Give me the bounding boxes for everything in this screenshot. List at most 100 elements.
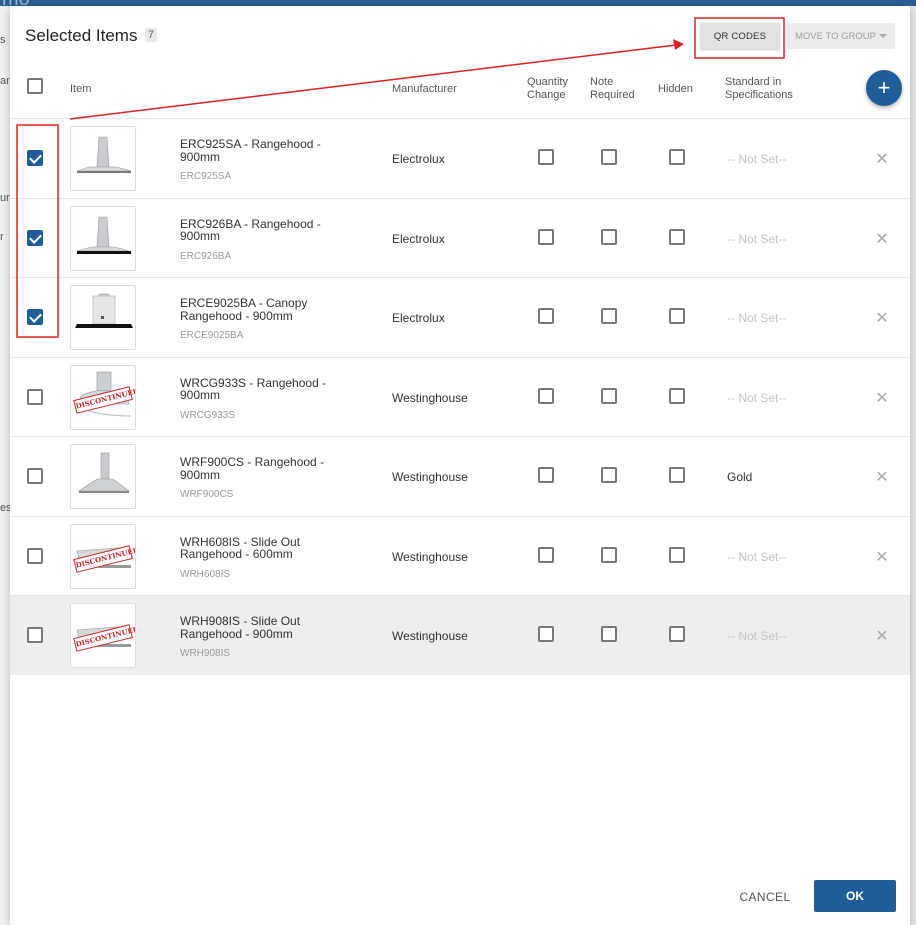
row-select-checkbox[interactable] [27,468,43,484]
standard-select[interactable]: -- Not Set-- [727,391,786,405]
note-required-checkbox[interactable] [601,546,617,563]
quantity-change-checkbox[interactable] [538,467,554,483]
remove-item-icon[interactable]: ✕ [875,229,889,249]
column-header-line: Change [527,89,566,101]
note-required-checkbox[interactable] [601,308,617,324]
item-name-line: WRH908IS - Slide Out [180,614,301,628]
remove-item-icon[interactable]: ✕ [875,626,889,646]
item-name: ERC926BA - Rangehood -900mm [180,217,340,243]
remove-item-icon[interactable]: ✕ [875,467,889,487]
column-header-standard: Standard in Specifications [725,76,793,102]
note-required-checkbox[interactable] [601,228,617,245]
item-name: WRH608IS - Slide Out Rangehood - 600mm [180,535,340,561]
row-select-checkbox[interactable] [27,627,43,643]
row-select-checkbox[interactable] [27,309,43,325]
item-name-line: Rangehood - 600mm [180,547,293,561]
table-row: WRF900CS - Rangehood -900mm WRF900CS Westi… [10,436,910,516]
row-select-checkbox[interactable] [27,547,43,564]
remove-item-icon[interactable]: ✕ [875,388,889,408]
manufacturer-cell: Electrolux [392,152,445,166]
item-name: ERC925SA - Rangehood -900mm [180,138,340,163]
item-code: WRCG933S [180,409,236,421]
background-text-fragment: ar [0,75,10,87]
manufacturer-cell: Westinghouse [392,470,468,484]
table-row: ERC925SA - Rangehood -900mm ERC925SA Elect… [10,118,910,198]
quantity-change-checkbox[interactable] [538,308,554,324]
item-name-line: 900mm [180,467,221,482]
move-to-group-label: MOVE TO GROUP [795,30,876,42]
item-code: ERC926BA [180,250,232,262]
note-required-checkbox[interactable] [601,387,617,404]
cancel-button[interactable]: CANCEL [730,882,800,912]
item-name: WRCG933S - Rangehood -900mm [180,376,340,402]
item-code: ERCE9025BA [180,330,244,341]
add-item-button[interactable]: + [866,70,902,106]
quantity-change-checkbox[interactable] [538,546,554,563]
standard-select[interactable]: -- Not Set-- [727,311,786,325]
column-header-line: Quantity [527,76,568,88]
column-header-line: Specifications [725,89,793,101]
table-row: ERC926BA - Rangehood -900mm ERC926BA Elect… [10,197,910,278]
quantity-change-checkbox[interactable] [538,387,554,404]
quantity-change-checkbox[interactable] [538,626,554,642]
column-header-hidden: Hidden [658,83,693,95]
table-row: DISCONTINUED WRCG933S - Rangehood -900mm W… [10,356,910,437]
product-thumbnail [70,126,136,191]
column-header-line: Note [590,76,614,88]
select-all-checkbox[interactable] [27,78,43,94]
remove-item-icon[interactable]: ✕ [875,547,889,567]
note-required-checkbox[interactable] [601,467,617,483]
qr-codes-button[interactable]: QR CODES [700,23,780,49]
item-name-line: 900mm [180,149,221,164]
manufacturer-cell: Westinghouse [392,390,468,405]
remove-item-icon[interactable]: ✕ [875,308,889,328]
column-header-line: Required [590,89,635,101]
table-row: DISCONTINUED WRH908IS - Slide Out Rangehoo… [10,595,910,675]
plus-icon: + [877,75,891,100]
manufacturer-cell: Westinghouse [392,629,468,643]
item-name: ERCE9025BA - Canopy Rangehood - 900mm [180,297,340,322]
note-required-checkbox[interactable] [601,149,617,165]
hidden-checkbox[interactable] [669,308,685,324]
quantity-change-checkbox[interactable] [538,149,554,165]
remove-item-icon[interactable]: ✕ [875,149,889,169]
manufacturer-cell: Electrolux [392,231,445,246]
hidden-checkbox[interactable] [669,149,685,165]
move-to-group-button[interactable]: MOVE TO GROUP [787,23,895,49]
background-text-fragment: s [0,34,6,46]
row-select-checkbox[interactable] [27,388,43,405]
product-thumbnail: DISCONTINUED [70,603,136,668]
item-name-line: ERC925SA - Rangehood - [180,137,321,151]
dialog-title: Selected Items [25,26,138,45]
column-header-note-required: Note Required [590,76,635,102]
item-name-line: 900mm [180,388,221,402]
column-header-line: Standard in [725,76,782,88]
item-code: WRH608IS [180,568,231,580]
item-name-line: WRF900CS - Rangehood - [180,455,325,469]
column-header-manufacturer: Manufacturer [392,83,457,95]
hidden-checkbox[interactable] [669,228,685,245]
manufacturer-cell: Electrolux [392,311,445,325]
row-select-checkbox[interactable] [27,150,43,166]
column-header-item: Item [70,83,92,95]
standard-select[interactable]: -- Not Set-- [727,152,786,166]
note-required-checkbox[interactable] [601,626,617,642]
product-thumbnail [70,444,136,509]
ok-button[interactable]: OK [814,880,896,912]
hidden-checkbox[interactable] [669,467,685,483]
hidden-checkbox[interactable] [669,387,685,404]
hidden-checkbox[interactable] [669,546,685,563]
product-thumbnail [70,285,136,350]
standard-select[interactable]: -- Not Set-- [727,550,786,564]
hidden-checkbox[interactable] [669,626,685,642]
item-name-line: Rangehood - 900mm [180,308,293,323]
column-header-quantity-change: Quantity Change [527,76,568,102]
standard-select[interactable]: -- Not Set-- [727,232,786,246]
item-name-line: ERCE9025BA - Canopy [180,296,308,310]
standard-select[interactable]: Gold [727,470,752,484]
manufacturer-cell: Westinghouse [392,549,468,564]
standard-select[interactable]: -- Not Set-- [727,629,786,643]
quantity-change-checkbox[interactable] [538,228,554,245]
table-row: DISCONTINUED WRH608IS - Slide Out Rangehoo… [10,515,910,596]
row-select-checkbox[interactable] [27,229,43,246]
